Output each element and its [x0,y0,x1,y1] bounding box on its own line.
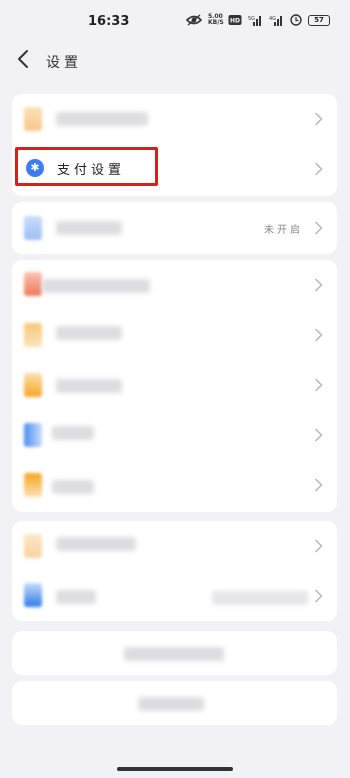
service-icon-4 [24,423,42,447]
highlight-box [15,147,158,186]
signal-icon-2: 4G [269,16,282,26]
hd-icon: HD [228,15,242,25]
chevron-right-icon [314,278,323,292]
bottom-action-button-1[interactable] [12,631,337,675]
chevron-right-icon [314,478,323,492]
service-name-blurred-5 [52,480,94,494]
status-icons: 5.00 KB/S HD 5G 4G 57 [186,13,330,27]
svg-text:5G: 5G [248,16,255,22]
header: 设置 [0,40,350,80]
svg-text:4G: 4G [269,16,276,22]
chevron-right-icon [314,221,323,235]
other-value-blurred-2 [212,591,308,605]
service-icon-3 [24,373,42,397]
feature-card: 未开启 [12,202,337,254]
service-row-3[interactable] [12,360,337,410]
service-name-blurred-3 [56,379,122,393]
bottom-action-label-blurred-2 [138,697,204,711]
other-name-blurred-2 [56,590,96,604]
other-card [12,521,337,621]
chevron-right-icon [314,162,323,176]
eye-icon [186,14,202,26]
svg-text:HD: HD [230,18,240,25]
service-icon-2 [24,323,42,347]
battery-level: 57 [314,15,324,24]
status-time: 16:33 [88,14,130,29]
account-name-blurred [56,112,148,126]
other-row-1[interactable] [12,521,337,571]
service-name-blurred-4 [52,426,94,440]
other-icon-1 [24,534,42,558]
signal-icon: 5G [248,16,261,26]
clock-icon [290,14,302,26]
bottom-action-label-blurred-1 [124,647,224,661]
service-name-blurred-1 [42,279,150,293]
page-title: 设置 [46,55,82,71]
chevron-right-icon [314,378,323,392]
battery-icon: 57 [308,14,330,26]
account-icon [24,107,42,131]
service-row-1[interactable] [12,260,337,310]
service-row-2[interactable] [12,310,337,360]
status-bar: 16:33 5.00 KB/S HD 5G 4G 57 [0,0,350,38]
service-name-blurred-2 [56,326,122,340]
chevron-right-icon [314,112,323,126]
other-icon-2 [24,583,42,607]
chevron-right-icon [314,328,323,342]
back-arrow-icon [18,50,28,68]
feature-row[interactable]: 未开启 [12,203,337,253]
bottom-action-button-2[interactable] [12,681,337,725]
service-row-5[interactable] [12,460,337,510]
chevron-right-icon [314,589,323,603]
network-speed: 5.00 KB/S [208,13,224,26]
account-row[interactable] [12,94,337,144]
service-row-4[interactable] [12,410,337,460]
chevron-right-icon [314,428,323,442]
other-name-blurred-1 [56,537,136,551]
services-card [12,260,337,512]
feature-name-blurred [56,221,122,235]
back-button[interactable] [14,48,34,70]
home-indicator[interactable] [117,767,233,771]
feature-icon [24,216,42,240]
service-icon-1 [24,272,42,296]
feature-status: 未开启 [264,225,303,236]
other-row-2[interactable] [12,571,337,621]
service-icon-5 [24,473,42,497]
chevron-right-icon [314,539,323,553]
